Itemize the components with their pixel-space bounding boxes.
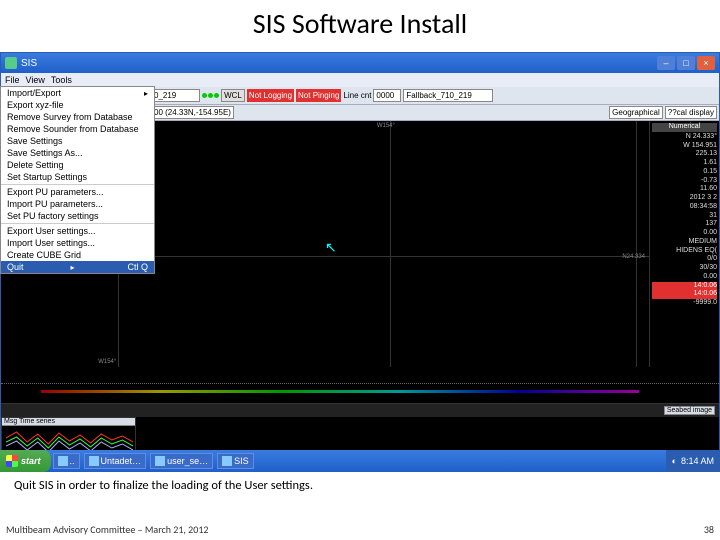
seabed-row: Seabed image xyxy=(1,403,719,417)
num-row: -9999.0 xyxy=(652,299,717,308)
submenu-arrow-icon: ▸ xyxy=(144,89,148,98)
taskbar-button[interactable]: user_se… xyxy=(150,453,213,469)
windows-taskbar: start .. Untadet… user_se… SIS ◐ 8:14 AM xyxy=(0,450,720,472)
line-cnt-field: 0000 xyxy=(373,89,401,102)
menu-item-import-export[interactable]: Import/Export▸ xyxy=(1,87,154,99)
menu-item-save-settings-as[interactable]: Save Settings As... xyxy=(1,147,154,159)
app-icon xyxy=(155,456,165,466)
seabed-image-label[interactable]: Seabed image xyxy=(664,406,715,415)
windows-flag-icon xyxy=(6,455,18,467)
scale-display-select[interactable]: ??cal display xyxy=(665,106,717,119)
menu-separator xyxy=(1,184,154,185)
geo-mode-select[interactable]: Geographical xyxy=(609,106,663,119)
start-button[interactable]: start xyxy=(0,450,51,472)
spectrum-bar xyxy=(41,390,639,393)
menu-item-set-startup[interactable]: Set Startup Settings xyxy=(1,171,154,183)
menu-item-create-cube[interactable]: Create CUBE Grid xyxy=(1,249,154,261)
color-scale-strip xyxy=(1,383,719,399)
app-icon xyxy=(222,456,232,466)
submenu-arrow-icon: ▸ xyxy=(70,263,74,272)
timeseries-header: Msg Time series xyxy=(2,418,135,426)
map-cursor-icon: ↖ xyxy=(325,239,337,256)
menu-file[interactable]: File xyxy=(5,75,20,85)
num-row: 2012 3 2 xyxy=(652,194,717,203)
app-icon xyxy=(58,456,68,466)
num-row: 0.15 xyxy=(652,168,717,177)
tray-icon[interactable]: ◐ xyxy=(672,456,677,466)
menu-item-export-user[interactable]: Export User settings... xyxy=(1,225,154,237)
menu-item-remove-sounder[interactable]: Remove Sounder from Database xyxy=(1,123,154,135)
num-row: 1.61 xyxy=(652,159,717,168)
menubar: File View Tools xyxy=(1,73,719,87)
num-row-alert: 14:0.06 xyxy=(652,290,717,299)
menu-separator xyxy=(1,223,154,224)
taskbar-button[interactable]: Untadet… xyxy=(84,453,147,469)
num-row: 0/0 xyxy=(652,255,717,264)
num-row: 31 xyxy=(652,212,717,221)
menu-tools[interactable]: Tools xyxy=(51,75,72,85)
app-icon xyxy=(5,57,17,69)
not-logging-badge[interactable]: Not Logging xyxy=(247,89,294,102)
survey-select[interactable]: Fallback_710_219 xyxy=(403,89,493,102)
num-row: 0.00 xyxy=(652,229,717,238)
num-row: W 154.951 xyxy=(652,142,717,151)
numerical-panel: Numerical N 24.333° W 154.951 225.13 1.6… xyxy=(649,121,719,367)
num-row: N 24.333° xyxy=(652,133,717,142)
num-row: 30/30 xyxy=(652,264,717,273)
window-title: SIS xyxy=(21,58,37,69)
num-row-alert: 14:0.06 xyxy=(652,282,717,291)
num-row: HIDENS EQ( xyxy=(652,247,717,256)
menu-item-save-settings[interactable]: Save Settings xyxy=(1,135,154,147)
num-row: 08:34:58 xyxy=(652,203,717,212)
system-tray[interactable]: ◐ 8:14 AM xyxy=(666,450,720,472)
num-row: 225.13 xyxy=(652,150,717,159)
close-button[interactable]: × xyxy=(697,56,715,70)
menu-item-pu-factory[interactable]: Set PU factory settings xyxy=(1,210,154,222)
menu-item-export-pu[interactable]: Export PU parameters... xyxy=(1,186,154,198)
num-row: -0.73 xyxy=(652,177,717,186)
slide-title: SIS Software Install xyxy=(0,0,720,43)
wcl-button[interactable]: WCL xyxy=(221,89,245,102)
file-menu-dropdown: Import/Export▸ Export xyz-file Remove Su… xyxy=(0,86,155,274)
menu-view[interactable]: View xyxy=(26,75,45,85)
menu-item-delete-setting[interactable]: Delete Setting xyxy=(1,159,154,171)
menu-item-export-xyz[interactable]: Export xyz-file xyxy=(1,99,154,111)
app-icon xyxy=(89,456,99,466)
num-row: 137 xyxy=(652,220,717,229)
num-row: 0.00 xyxy=(652,273,717,282)
maximize-button[interactable]: □ xyxy=(677,56,695,70)
num-row: MEDIUM xyxy=(652,238,717,247)
menu-item-import-user[interactable]: Import User settings... xyxy=(1,237,154,249)
clock: 8:14 AM xyxy=(681,456,714,466)
slide-number: 38 xyxy=(704,523,714,536)
menu-item-remove-survey[interactable]: Remove Survey from Database xyxy=(1,111,154,123)
menu-item-quit[interactable]: Quit▸Ctl Q xyxy=(1,261,154,273)
slide-caption: Quit SIS in order to finalize the loadin… xyxy=(14,478,706,493)
line-cnt-label: Line cnt xyxy=(343,91,371,100)
minimize-button[interactable]: – xyxy=(657,56,675,70)
footer-left: Multibeam Advisory Committee – March 21,… xyxy=(6,523,208,536)
taskbar-button[interactable]: SIS xyxy=(217,453,254,469)
not-pinging-badge[interactable]: Not Pinging xyxy=(296,89,341,102)
menu-item-import-pu[interactable]: Import PU parameters... xyxy=(1,198,154,210)
taskbar-button[interactable]: .. xyxy=(53,453,80,469)
numerical-header: Numerical xyxy=(652,123,717,132)
status-dots-icon xyxy=(202,93,219,98)
titlebar: SIS – □ × xyxy=(1,53,719,73)
num-row: 11.60 xyxy=(652,185,717,194)
